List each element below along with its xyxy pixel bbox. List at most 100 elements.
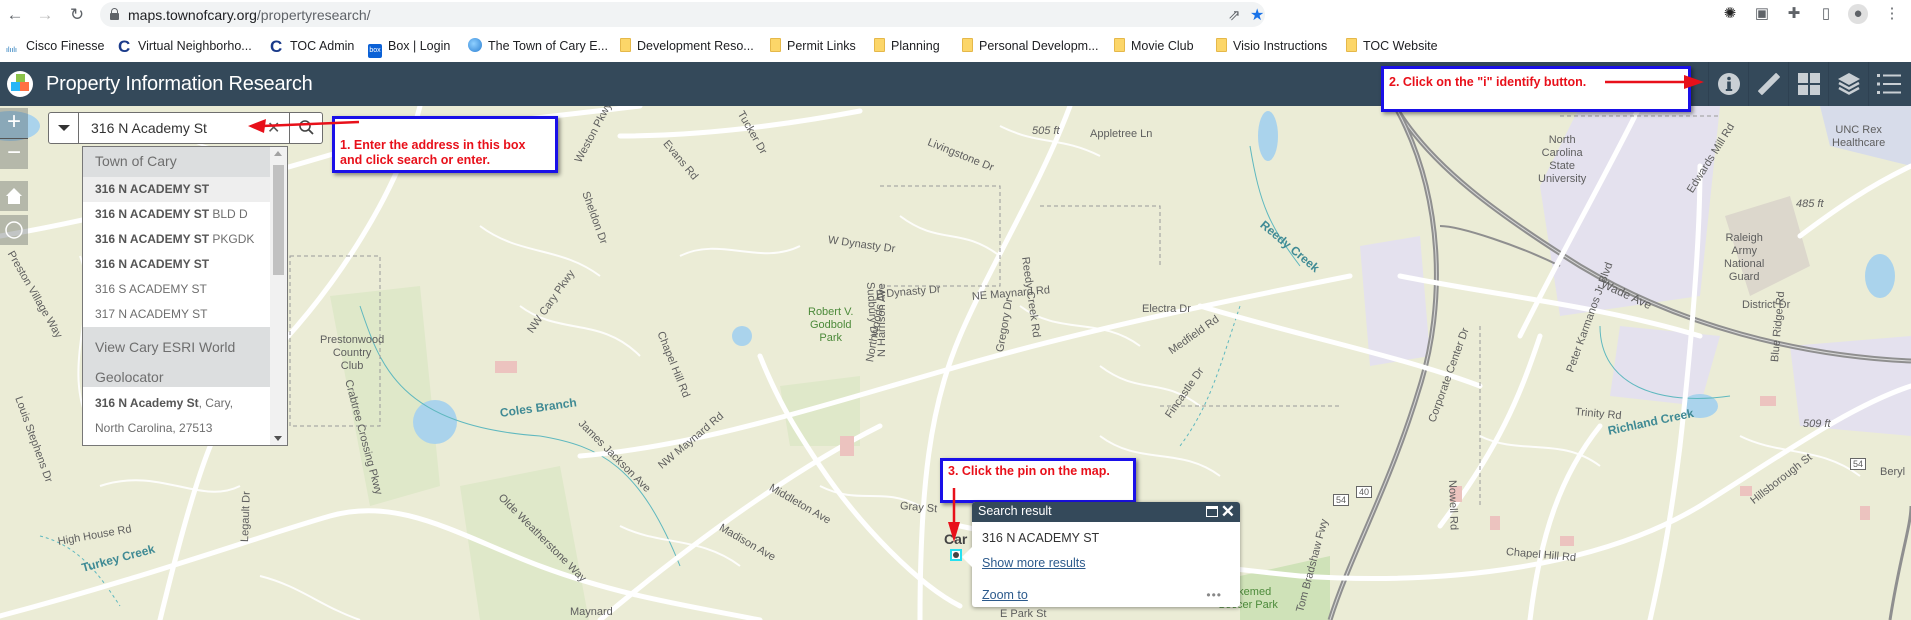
- home-button[interactable]: [0, 181, 28, 211]
- bookmarks-bar: ılıılı Cisco Finesse C Virtual Neighborho.…: [0, 29, 1911, 62]
- scroll-down-icon[interactable]: [274, 436, 282, 441]
- zoom-to-link[interactable]: Zoom to: [982, 588, 1028, 602]
- arrow-icon: [948, 488, 960, 542]
- bookmark-item[interactable]: ılıılı Cisco Finesse: [6, 37, 105, 55]
- address-bar[interactable]: maps.townofcary.org/propertyresearch/ ⇗ …: [100, 2, 1265, 27]
- bookmark-item[interactable]: Movie Club: [1114, 37, 1194, 55]
- info-icon: [1717, 73, 1740, 95]
- bookmark-item[interactable]: Development Reso...: [620, 37, 754, 55]
- reload-button[interactable]: ↻: [66, 4, 88, 26]
- search-source-dropdown[interactable]: [49, 113, 79, 143]
- forward-button[interactable]: →: [34, 4, 56, 26]
- grid-icon: [1797, 73, 1820, 95]
- folder-icon: [1346, 38, 1357, 52]
- my-location-button[interactable]: [0, 215, 28, 245]
- callout-text: and click search or enter.: [340, 153, 491, 167]
- route-shield: 54: [1333, 494, 1350, 506]
- extension-sun-icon[interactable]: ✺: [1720, 4, 1740, 24]
- suggestion-item[interactable]: 316 N Academy St, Cary, North Carolina, 2…: [83, 387, 271, 445]
- folder-icon: [874, 38, 885, 52]
- bookmark-star-icon[interactable]: ★: [1250, 5, 1264, 25]
- share-icon[interactable]: ⇗: [1228, 6, 1241, 24]
- side-panel-icon[interactable]: ▯: [1816, 4, 1836, 24]
- arrow-icon: [248, 119, 360, 133]
- legend-button[interactable]: [1868, 62, 1908, 106]
- map-label: Nowell Rd: [1446, 479, 1460, 531]
- scroll-up-icon[interactable]: [274, 151, 282, 156]
- bookmark-item[interactable]: C Virtual Neighborho...: [118, 37, 252, 56]
- instruction-callout-step1: 1. Enter the address in this box and cli…: [332, 116, 558, 173]
- search-suggestions: Town of Cary 316 N ACADEMY ST 316 N ACAD…: [82, 146, 288, 446]
- list-icon: [1876, 74, 1901, 94]
- suggestion-item[interactable]: 316 S ACADEMY ST: [83, 277, 271, 302]
- identify-button[interactable]: [1708, 62, 1748, 106]
- search-result-popup: Search result ✕ 316 N ACADEMY ST Show mo…: [962, 502, 1240, 607]
- measure-button[interactable]: [1748, 62, 1788, 106]
- back-button[interactable]: ←: [4, 4, 26, 26]
- show-more-results-link[interactable]: Show more results: [982, 556, 1086, 570]
- suggestion-group-header: View Cary ESRI World Geolocator: [83, 327, 271, 387]
- profile-avatar-icon[interactable]: ●: [1848, 4, 1868, 24]
- map-label: Maynard: [570, 606, 613, 618]
- folder-icon: [962, 38, 973, 52]
- map-label: Raleigh Army National Guard: [1724, 232, 1765, 283]
- bookmark-item[interactable]: The Town of Cary E...: [468, 37, 608, 55]
- home-icon: [6, 188, 22, 204]
- suggestion-item[interactable]: 316 N ACADEMY ST: [83, 252, 271, 277]
- popup-pointer: [962, 547, 972, 567]
- popup-header: Search result ✕: [972, 502, 1240, 522]
- ruler-icon: [1757, 73, 1780, 95]
- suggestions-scrollbar[interactable]: [270, 147, 287, 445]
- folder-icon: [620, 38, 631, 52]
- map-label: Robert V. Godbold Park: [808, 306, 854, 344]
- bookmark-item[interactable]: Personal Developm...: [962, 37, 1099, 55]
- extensions-puzzle-icon[interactable]: ✚: [1784, 4, 1804, 24]
- popup-title: Search result: [978, 504, 1052, 518]
- zoom-in-button[interactable]: +: [0, 108, 28, 138]
- folder-icon: [770, 38, 781, 52]
- callout-text: 3. Click the pin on the map.: [948, 464, 1110, 478]
- suggestion-item[interactable]: 316 N ACADEMY ST: [83, 177, 271, 202]
- scrollbar-thumb[interactable]: [273, 165, 284, 275]
- search-input[interactable]: 316 N Academy St: [91, 120, 207, 136]
- map-label: 505 ft: [1032, 125, 1060, 137]
- menu-dots-icon[interactable]: ⋮: [1882, 4, 1902, 24]
- more-actions-icon[interactable]: •••: [1206, 588, 1222, 602]
- globe-icon: [468, 38, 482, 52]
- callout-text: 2. Click on the "i" identify button.: [1389, 75, 1587, 89]
- cisco-icon: ılıılı: [6, 47, 17, 54]
- arrow-icon: [1605, 75, 1704, 89]
- route-shield: 54: [1850, 458, 1867, 470]
- map-label: 485 ft: [1796, 198, 1824, 210]
- map-label: Electra Dr: [1142, 303, 1191, 315]
- search-result-pin[interactable]: [950, 549, 962, 561]
- layers-button[interactable]: [1828, 62, 1868, 106]
- suggestion-item[interactable]: 317 N ACADEMY ST: [83, 302, 271, 327]
- bookmark-item[interactable]: box Box | Login: [368, 37, 450, 58]
- bookmark-item[interactable]: C TOC Admin: [270, 37, 354, 56]
- box-icon: box: [368, 44, 382, 58]
- bookmark-item[interactable]: Planning: [874, 37, 940, 55]
- bookmark-item[interactable]: Visio Instructions: [1216, 37, 1327, 55]
- app-logo-icon: [7, 71, 33, 97]
- map-label: Beryl: [1880, 466, 1906, 478]
- maximize-icon[interactable]: [1206, 506, 1218, 517]
- bookmark-item[interactable]: Permit Links: [770, 37, 856, 55]
- url-text: maps.townofcary.org/propertyresearch/: [128, 7, 371, 23]
- map-label: N Harrison Ave: [876, 283, 888, 357]
- folder-icon: [1216, 38, 1227, 52]
- bookmark-item[interactable]: TOC Website: [1346, 37, 1438, 55]
- lock-icon: [110, 8, 119, 20]
- close-icon[interactable]: ✕: [1221, 502, 1235, 522]
- instruction-callout-step3: 3. Click the pin on the map.: [940, 458, 1136, 503]
- extension-app-icon[interactable]: ▣: [1752, 4, 1772, 24]
- folder-icon: [1114, 38, 1125, 52]
- zoom-out-button[interactable]: −: [0, 139, 28, 169]
- basemap-gallery-button[interactable]: [1788, 62, 1828, 106]
- suggestion-item[interactable]: 316 N ACADEMY ST BLD D: [83, 202, 271, 227]
- map-label: 509 ft: [1803, 418, 1831, 430]
- browser-toolbar: ← → ↻ maps.townofcary.org/propertyresear…: [0, 0, 1911, 29]
- suggestion-item[interactable]: 316 N ACADEMY ST PKGDK: [83, 227, 271, 252]
- locate-icon: [5, 221, 23, 239]
- layers-icon: [1837, 73, 1860, 95]
